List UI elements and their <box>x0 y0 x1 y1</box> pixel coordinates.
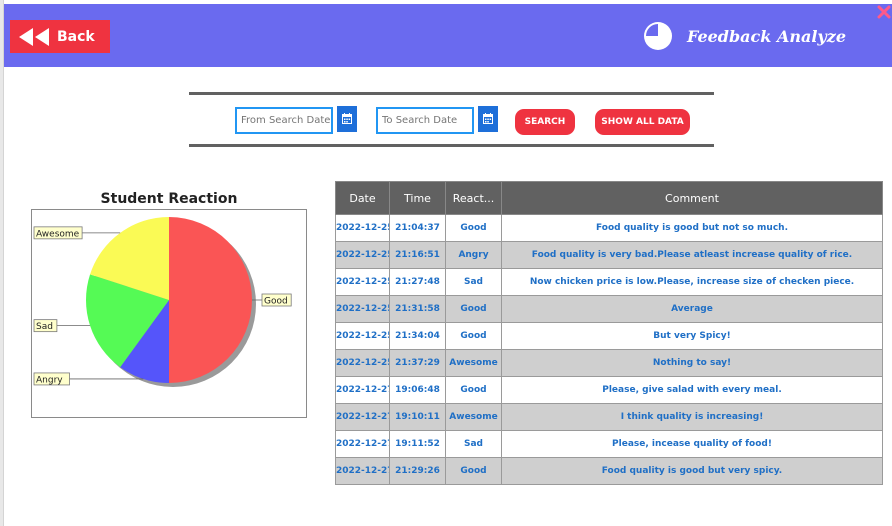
calendar-icon <box>342 112 352 127</box>
time-cell: 21:31:58 <box>389 295 446 323</box>
reaction-cell: Awesome <box>445 349 502 377</box>
comment-cell: Now chicken price is low.Please, increas… <box>501 268 883 296</box>
app-title: Feedback Analyze <box>686 26 846 46</box>
table-row[interactable]: 2022-12-27 21:29:26 Good Food quality is… <box>335 457 883 485</box>
reaction-cell: Good <box>445 376 502 404</box>
svg-text:Angry: Angry <box>36 375 63 385</box>
table-row[interactable]: 2022-12-25 21:27:48 Sad Now chicken pric… <box>335 268 883 296</box>
table-row[interactable]: 2022-12-25 21:16:51 Angry Food quality i… <box>335 241 883 269</box>
pie-chart: Good Angry Sad Awesome <box>31 209 307 418</box>
search-button[interactable]: SEARCH <box>515 109 575 135</box>
reaction-cell: Good <box>445 214 502 242</box>
feedback-table: Date Time React... Comment 2022-12-25 21… <box>335 181 883 485</box>
date-cell: 2022-12-25 <box>335 322 390 350</box>
comment-cell: Please, incease quality of food! <box>501 430 883 458</box>
time-cell: 21:27:48 <box>389 268 446 296</box>
pie-logo-icon <box>643 21 673 51</box>
date-cell: 2022-12-25 <box>335 214 390 242</box>
comment-cell: Nothing to say! <box>501 349 883 377</box>
reaction-cell: Good <box>445 322 502 350</box>
chart-title: Student Reaction <box>100 191 238 207</box>
time-cell: 19:06:48 <box>389 376 446 404</box>
time-cell: 21:34:04 <box>389 322 446 350</box>
calendar-icon <box>483 112 493 127</box>
comment-cell: But very Spicy! <box>501 322 883 350</box>
date-cell: 2022-12-27 <box>335 430 390 458</box>
comment-cell: Please, give salad with every meal. <box>501 376 883 404</box>
comment-cell: Average <box>501 295 883 323</box>
table-header-row: Date Time React... Comment <box>335 181 883 215</box>
table-row[interactable]: 2022-12-25 21:31:58 Good Average <box>335 295 883 323</box>
date-cell: 2022-12-25 <box>335 241 390 269</box>
comment-cell: Food quality is good but very spicy. <box>501 457 883 485</box>
app-header: Back Feedback Analyze <box>4 4 892 67</box>
show-all-data-button[interactable]: SHOW ALL DATA <box>595 109 690 135</box>
date-cell: 2022-12-27 <box>335 457 390 485</box>
back-button[interactable]: Back <box>10 20 110 53</box>
column-header-comment[interactable]: Comment <box>501 181 883 215</box>
date-cell: 2022-12-27 <box>335 403 390 431</box>
date-cell: 2022-12-25 <box>335 295 390 323</box>
column-header-time[interactable]: Time <box>389 181 446 215</box>
back-label: Back <box>57 28 95 45</box>
comment-cell: I think quality is increasing! <box>501 403 883 431</box>
date-cell: 2022-12-27 <box>335 376 390 404</box>
left-window-edge <box>0 0 4 526</box>
column-header-reaction[interactable]: React... <box>445 181 502 215</box>
pie-slice-good[interactable] <box>169 217 252 383</box>
from-calendar-button[interactable] <box>337 106 357 132</box>
slice-label-sad: Sad <box>33 319 91 332</box>
column-header-date[interactable]: Date <box>335 181 390 215</box>
reaction-cell: Awesome <box>445 403 502 431</box>
search-bar: SEARCH SHOW ALL DATA <box>189 92 714 147</box>
from-date-input[interactable] <box>235 107 333 134</box>
table-row[interactable]: 2022-12-27 19:10:11 Awesome I think qual… <box>335 403 883 431</box>
to-date-input[interactable] <box>376 107 474 134</box>
table-row[interactable]: 2022-12-25 21:04:37 Good Food quality is… <box>335 214 883 242</box>
reaction-cell: Sad <box>445 430 502 458</box>
svg-text:Sad: Sad <box>36 322 53 332</box>
slice-label-awesome: Awesome <box>33 226 121 239</box>
table-row[interactable]: 2022-12-27 19:11:52 Sad Please, incease … <box>335 430 883 458</box>
close-x-icon[interactable] <box>876 4 892 20</box>
time-cell: 21:04:37 <box>389 214 446 242</box>
date-cell: 2022-12-25 <box>335 349 390 377</box>
table-row[interactable]: 2022-12-27 19:06:48 Good Please, give sa… <box>335 376 883 404</box>
date-cell: 2022-12-25 <box>335 268 390 296</box>
reaction-cell: Angry <box>445 241 502 269</box>
time-cell: 19:11:52 <box>389 430 446 458</box>
brand: Feedback Analyze <box>643 21 846 51</box>
reaction-cell: Good <box>445 295 502 323</box>
reaction-cell: Good <box>445 457 502 485</box>
to-calendar-button[interactable] <box>478 106 498 132</box>
pie-chart-svg: Good Angry Sad Awesome <box>33 217 292 387</box>
slice-label-good: Good <box>252 293 292 307</box>
comment-cell: Food quality is good but not so much. <box>501 214 883 242</box>
time-cell: 21:37:29 <box>389 349 446 377</box>
reaction-cell: Sad <box>445 268 502 296</box>
svg-text:Good: Good <box>264 297 288 307</box>
comment-cell: Food quality is very bad.Please atleast … <box>501 241 883 269</box>
double-left-arrow-icon <box>19 27 49 46</box>
table-row[interactable]: 2022-12-25 21:34:04 Good But very Spicy! <box>335 322 883 350</box>
slice-label-angry: Angry <box>33 372 144 385</box>
time-cell: 21:29:26 <box>389 457 446 485</box>
svg-text:Awesome: Awesome <box>36 229 80 239</box>
table-row[interactable]: 2022-12-25 21:37:29 Awesome Nothing to s… <box>335 349 883 377</box>
time-cell: 21:16:51 <box>389 241 446 269</box>
time-cell: 19:10:11 <box>389 403 446 431</box>
